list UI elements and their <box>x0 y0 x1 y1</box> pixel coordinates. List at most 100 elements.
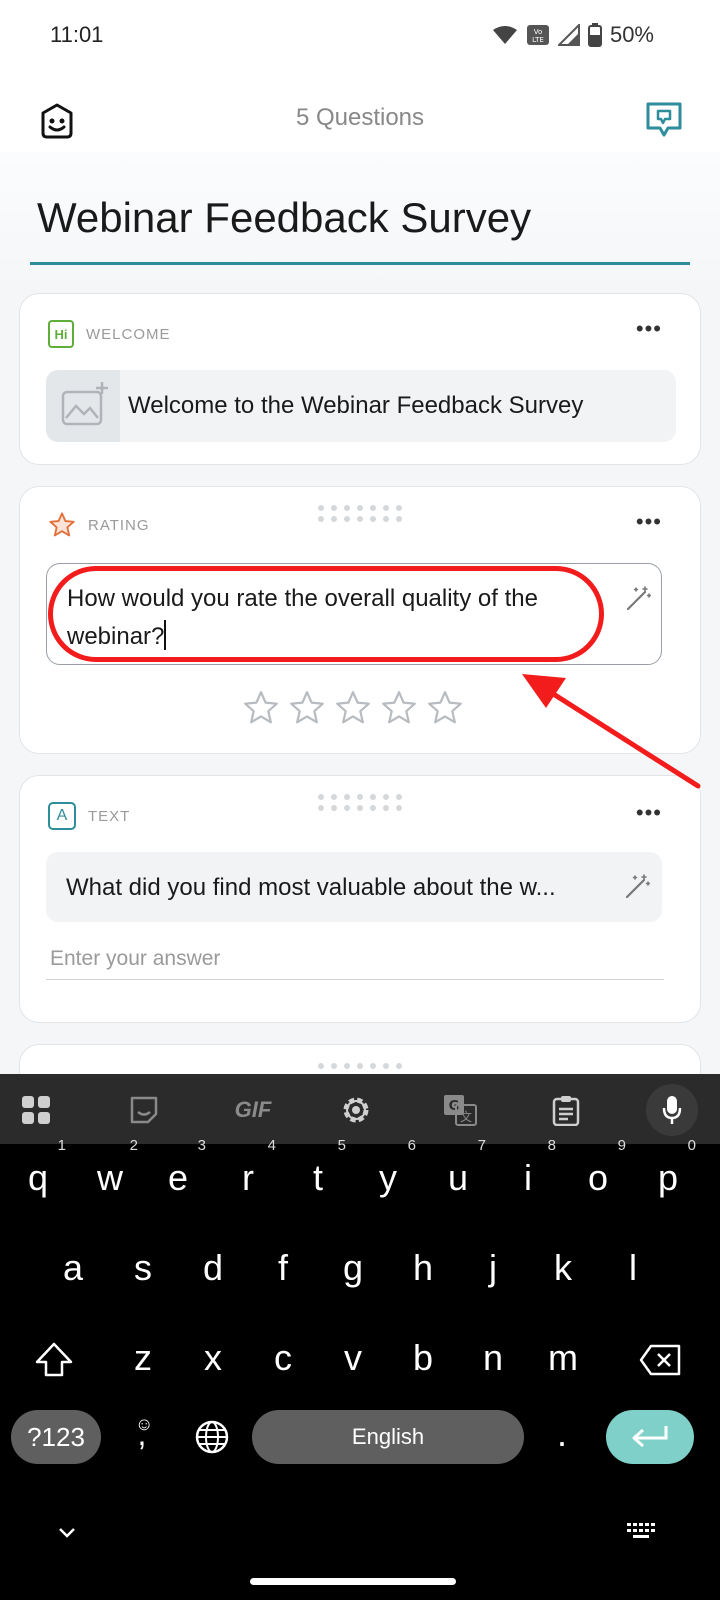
rating-star-1[interactable] <box>242 689 280 727</box>
answer-input[interactable] <box>46 938 664 980</box>
welcome-card[interactable]: Hi WELCOME ••• Welcome to the Webinar Fe… <box>19 293 701 465</box>
key-k[interactable]: k <box>531 1236 595 1306</box>
key-a[interactable]: a <box>41 1236 105 1306</box>
battery-icon <box>587 23 602 47</box>
rating-star-3[interactable] <box>334 689 372 727</box>
key-d[interactable]: d <box>181 1236 245 1306</box>
status-icons: Vo LTE 50% <box>492 22 654 48</box>
rating-stars[interactable] <box>242 689 464 727</box>
rating-question-text[interactable]: How would you rate the overall quality o… <box>67 580 607 656</box>
key-t[interactable]: t5 <box>286 1138 350 1216</box>
more-options-button[interactable]: ••• <box>636 318 662 340</box>
key-y[interactable]: y6 <box>356 1138 420 1216</box>
key-b[interactable]: b <box>391 1326 455 1396</box>
status-time: 11:01 <box>50 22 104 47</box>
key-p[interactable]: p0 <box>636 1138 700 1216</box>
text-card[interactable]: A TEXT ••• What did you find most valuab… <box>19 775 701 1023</box>
more-options-button[interactable]: ••• <box>636 511 662 533</box>
backspace-key[interactable] <box>628 1326 692 1396</box>
backspace-icon <box>639 1344 681 1376</box>
rating-card[interactable]: RATING ••• How would you rate the overal… <box>19 486 701 754</box>
more-options-button[interactable]: ••• <box>636 802 662 824</box>
welcome-type-label: WELCOME <box>86 325 171 343</box>
emoji-comma-key[interactable]: ☺ , <box>112 1402 172 1472</box>
key-o[interactable]: o9 <box>566 1138 630 1216</box>
key-j[interactable]: j <box>461 1236 525 1306</box>
microphone-icon <box>662 1096 682 1124</box>
welcome-message[interactable]: Welcome to the Webinar Feedback Survey <box>128 392 583 420</box>
rating-question-value[interactable]: How would you rate the overall quality o… <box>67 585 538 650</box>
sticker-icon[interactable] <box>124 1090 164 1130</box>
magic-wand-icon[interactable] <box>625 586 651 612</box>
microphone-button[interactable] <box>646 1084 698 1136</box>
text-question-field[interactable]: What did you find most valuable about th… <box>46 852 662 922</box>
volte-icon: VoLTE <box>526 25 549 45</box>
magic-wand-icon[interactable] <box>624 874 650 900</box>
welcome-message-row[interactable]: Welcome to the Webinar Feedback Survey <box>46 370 676 442</box>
globe-key[interactable] <box>180 1402 244 1472</box>
key-x[interactable]: x <box>181 1326 245 1396</box>
symbols-key[interactable]: ?123 <box>11 1410 101 1464</box>
period-key[interactable]: . <box>530 1402 594 1472</box>
key-n[interactable]: n <box>461 1326 525 1396</box>
rating-star-2[interactable] <box>288 689 326 727</box>
key-h[interactable]: h <box>391 1236 455 1306</box>
add-image-icon <box>61 382 108 426</box>
keyboard: q1 w2 e3 r4 t5 y6 u7 i8 o9 p0 a s d f g … <box>0 1138 720 1600</box>
rating-star-4[interactable] <box>380 689 418 727</box>
survey-title[interactable]: Webinar Feedback Survey <box>37 194 531 242</box>
key-e[interactable]: e3 <box>146 1138 210 1216</box>
status-bar: 11:01 Vo LTE 50% <box>0 0 720 72</box>
enter-key[interactable] <box>606 1410 694 1464</box>
rating-question-input[interactable]: How would you rate the overall quality o… <box>46 563 662 665</box>
gif-button[interactable]: GIF <box>230 1090 276 1130</box>
rating-star-5[interactable] <box>426 689 464 727</box>
star-icon <box>49 512 75 537</box>
clipboard-icon[interactable] <box>546 1090 586 1130</box>
space-key[interactable]: English <box>252 1410 524 1464</box>
keyboard-toolbar: GIF G文 <box>0 1074 720 1144</box>
key-v[interactable]: v <box>321 1326 385 1396</box>
text-type: A TEXT <box>48 802 130 830</box>
key-z[interactable]: z <box>111 1326 175 1396</box>
chevron-down-icon[interactable] <box>56 1526 78 1540</box>
battery-percent: 50% <box>609 22 654 47</box>
title-underline <box>30 262 690 265</box>
key-f[interactable]: f <box>251 1236 315 1306</box>
text-question[interactable]: What did you find most valuable about th… <box>66 874 556 902</box>
feedback-icon[interactable] <box>644 100 684 140</box>
rating-type: RATING <box>48 511 150 539</box>
rating-type-label: RATING <box>88 516 150 534</box>
keyboard-switch-icon[interactable] <box>626 1522 656 1542</box>
shift-icon <box>35 1342 73 1377</box>
app-bar: 5 Questions <box>0 72 720 152</box>
apps-grid-icon[interactable] <box>16 1090 56 1130</box>
key-s[interactable]: s <box>111 1236 175 1306</box>
text-type-icon: A <box>48 802 76 830</box>
key-i[interactable]: i8 <box>496 1138 560 1216</box>
svg-text:Vo: Vo <box>534 28 543 36</box>
key-w[interactable]: w2 <box>78 1138 142 1216</box>
home-indicator[interactable] <box>250 1578 456 1585</box>
signal-icon <box>557 24 580 46</box>
hi-icon: Hi <box>48 320 74 348</box>
add-image-button[interactable] <box>46 370 120 442</box>
key-l[interactable]: l <box>601 1236 665 1306</box>
key-q[interactable]: q1 <box>6 1138 70 1216</box>
text-cursor <box>164 620 167 650</box>
title-area: Webinar Feedback Survey <box>0 152 720 292</box>
svg-text:G: G <box>449 1099 460 1114</box>
settings-gear-icon[interactable] <box>336 1090 376 1130</box>
wifi-icon <box>492 26 517 44</box>
drag-handle[interactable] <box>315 505 405 523</box>
key-g[interactable]: g <box>321 1236 385 1306</box>
key-m[interactable]: m <box>531 1326 595 1396</box>
key-r[interactable]: r4 <box>216 1138 280 1216</box>
emoji-icon: ☺ <box>135 1414 154 1434</box>
shift-key[interactable] <box>22 1326 86 1396</box>
key-u[interactable]: u7 <box>426 1138 490 1216</box>
translate-icon[interactable]: G文 <box>440 1090 480 1130</box>
globe-icon <box>195 1420 229 1454</box>
key-c[interactable]: c <box>251 1326 315 1396</box>
drag-handle[interactable] <box>315 794 405 812</box>
